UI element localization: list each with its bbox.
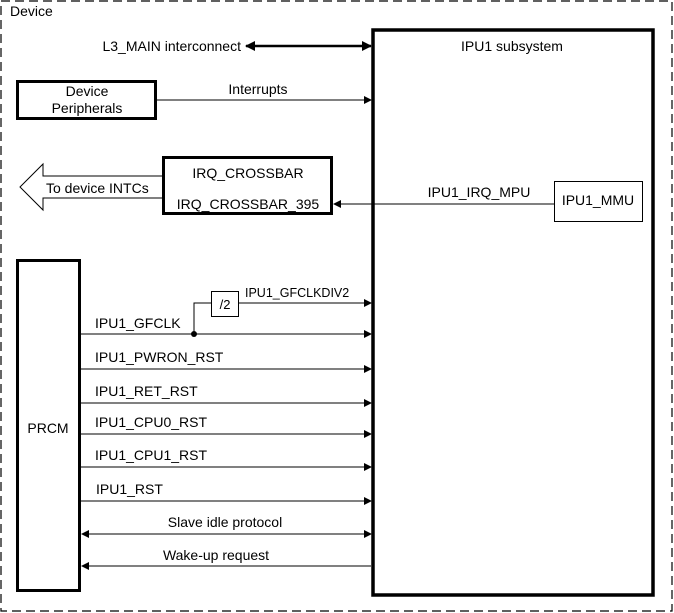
ipu1-gfclkdiv2-label: IPU1_GFCLKDIV2 xyxy=(245,286,349,300)
ipu1-irq-mpu-label: IPU1_IRQ_MPU xyxy=(428,184,531,200)
ipu1-subsystem-label: IPU1 subsystem xyxy=(461,38,563,54)
divider-label: /2 xyxy=(220,297,231,312)
wakeup-request-label: Wake-up request xyxy=(163,547,269,563)
slave-idle-protocol-label: Slave idle protocol xyxy=(168,514,282,530)
device-label: Device xyxy=(10,3,53,19)
ipu1-integration-diagram: Device IPU1 subsystem L3_MAIN interconne… xyxy=(0,0,673,612)
prcm-label: PRCM xyxy=(27,420,68,436)
ipu1-mmu-label: IPU1_MMU xyxy=(562,192,634,208)
ipu1-gfclk-label: IPU1_GFCLK xyxy=(95,315,181,331)
irq-crossbar-title: IRQ_CROSSBAR xyxy=(192,165,303,181)
ipu1-cpu0-rst-label: IPU1_CPU0_RST xyxy=(95,414,207,430)
ipu1-ret-rst-label: IPU1_RET_RST xyxy=(95,383,198,399)
junction-dot xyxy=(191,331,197,337)
device-peripherals-label-2: Peripherals xyxy=(52,100,123,116)
interrupts-label: Interrupts xyxy=(228,81,287,97)
irq-crossbar-port: IRQ_CROSSBAR_395 xyxy=(177,196,320,212)
ipu1-cpu1-rst-label: IPU1_CPU1_RST xyxy=(95,447,207,463)
gfclk-branch-line xyxy=(193,302,211,334)
device-peripherals-label-1: Device xyxy=(66,83,109,99)
to-device-intcs-label: To device INTCs xyxy=(46,180,149,196)
ipu1-rst-label: IPU1_RST xyxy=(96,481,163,497)
ipu1-subsystem-block xyxy=(371,28,655,597)
ipu1-pwron-rst-label: IPU1_PWRON_RST xyxy=(95,349,224,365)
l3-main-label: L3_MAIN interconnect xyxy=(102,38,241,54)
